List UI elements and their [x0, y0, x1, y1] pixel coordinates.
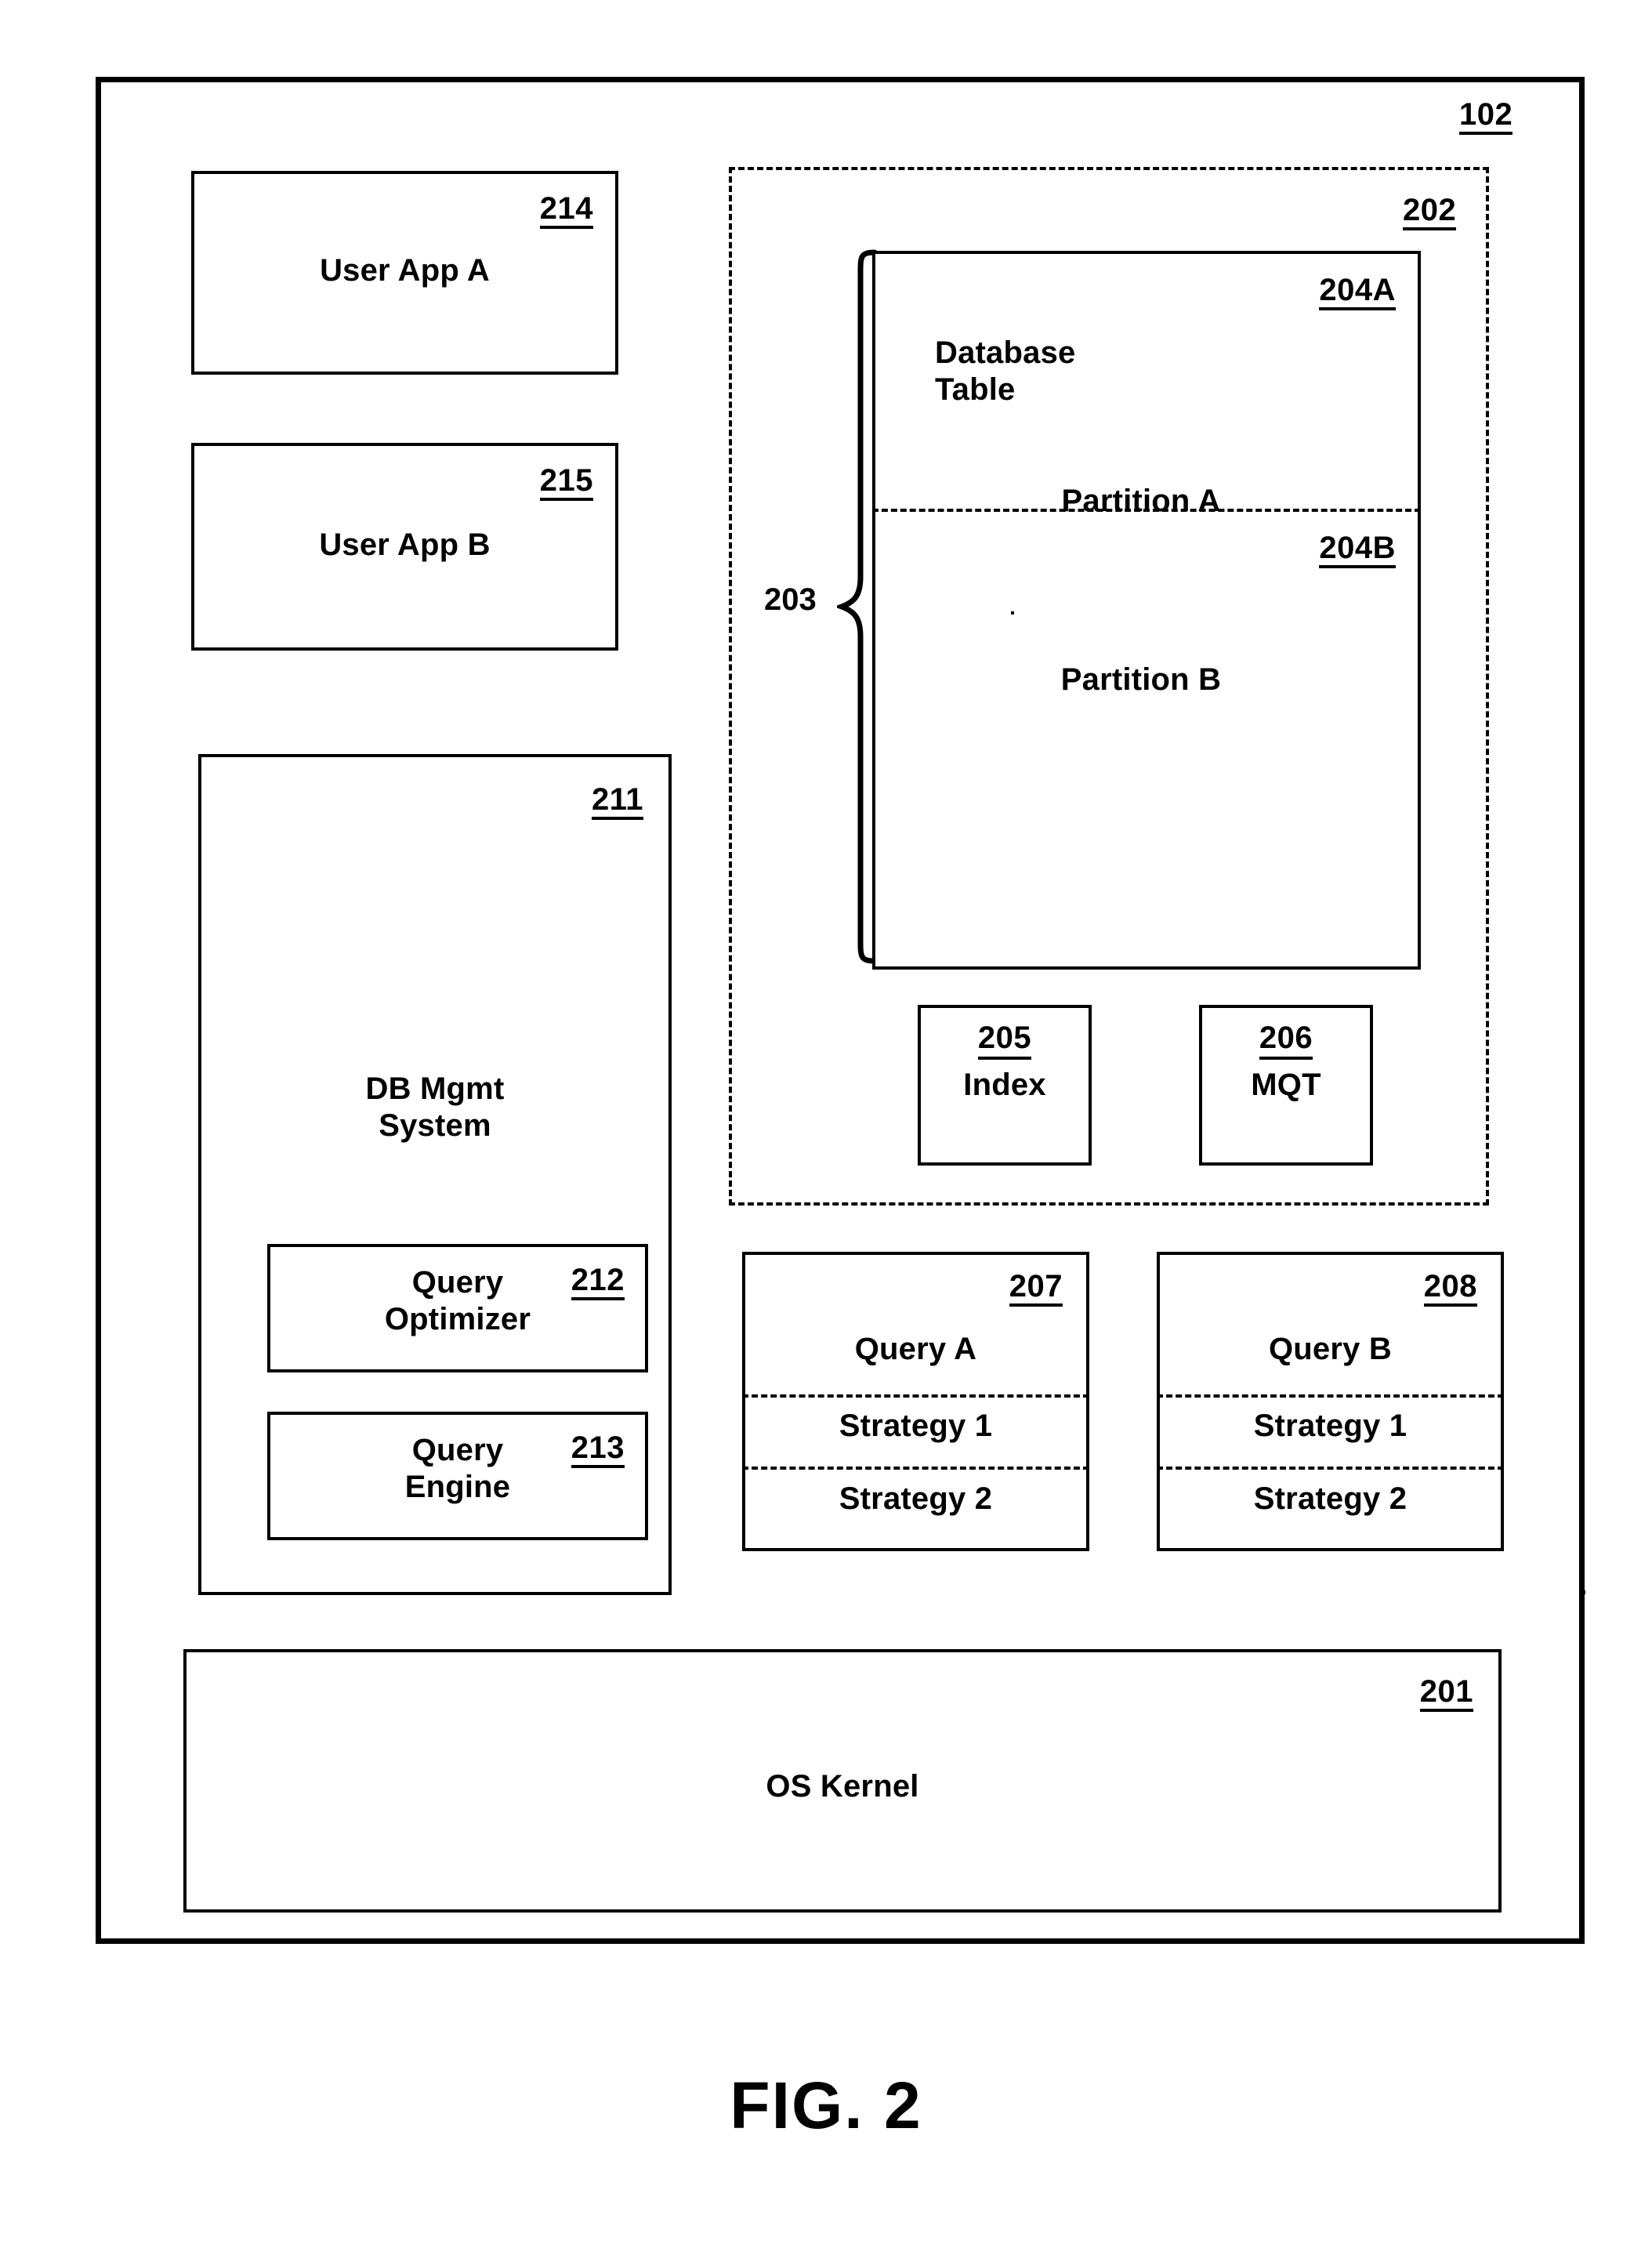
mqt-box-206: 206 MQT — [1199, 1005, 1373, 1166]
query-a-strategy-divider-1 — [742, 1394, 1089, 1398]
db-mgmt-system-box-211: 211 DB Mgmt System 212 Query Optimizer 2… — [198, 754, 672, 1595]
query-b-strategy-divider-1 — [1157, 1394, 1504, 1398]
query-b-strategy-2-label: Strategy 2 — [1253, 1481, 1407, 1516]
query-a-strategy-divider-2 — [742, 1467, 1089, 1470]
scan-artifact-speck — [1581, 1590, 1585, 1594]
index-label: Index — [963, 1068, 1046, 1102]
reference-numeral-203: 203 — [764, 582, 817, 617]
reference-numeral-205: 205 — [977, 1021, 1032, 1060]
user-app-b-label: User App B — [319, 528, 491, 562]
query-a-strategy-2-label: Strategy 2 — [839, 1481, 993, 1516]
reference-numeral-205-wrap: 205 — [921, 1021, 1089, 1060]
query-b-label: Query B — [1268, 1332, 1392, 1366]
reference-numeral-207: 207 — [1009, 1271, 1063, 1307]
query-b-strategy-1-label: Strategy 1 — [1253, 1409, 1407, 1443]
reference-numeral-206: 206 — [1259, 1021, 1313, 1060]
os-kernel-box-201: 201 OS Kernel — [183, 1649, 1502, 1913]
mqt-label: MQT — [1251, 1068, 1321, 1102]
query-engine-label: Query Engine — [404, 1433, 511, 1505]
reference-numeral-201: 201 — [1419, 1676, 1473, 1712]
reference-numeral-206-wrap: 206 — [1202, 1021, 1370, 1060]
index-box-205: 205 Index — [918, 1005, 1092, 1166]
query-a-label: Query A — [854, 1332, 977, 1366]
user-app-a-box-214: 214 User App A — [191, 171, 618, 375]
reference-numeral-202: 202 — [1403, 194, 1457, 230]
query-a-strategy-1-label: Strategy 1 — [839, 1409, 993, 1443]
scan-artifact-speck — [1011, 611, 1014, 615]
partition-b-label: Partition B — [1060, 662, 1222, 697]
partition-divider — [872, 509, 1421, 512]
reference-numeral-211: 211 — [591, 784, 643, 820]
query-b-box-208: 208 Query B Strategy 1 Strategy 2 — [1157, 1252, 1504, 1551]
reference-numeral-214: 214 — [539, 193, 593, 229]
reference-numeral-102: 102 — [1459, 99, 1513, 135]
reference-numeral-215: 215 — [539, 465, 593, 501]
query-b-strategy-divider-2 — [1157, 1467, 1504, 1470]
user-app-a-label: User App A — [320, 253, 490, 288]
os-kernel-label: OS Kernel — [766, 1769, 919, 1804]
query-optimizer-label: Query Optimizer — [384, 1265, 531, 1337]
reference-numeral-208: 208 — [1423, 1271, 1477, 1307]
figure-caption: FIG. 2 — [730, 2069, 922, 2142]
query-a-box-207: 207 Query A Strategy 1 Strategy 2 — [742, 1252, 1089, 1551]
partition-a-label: Partition A — [1061, 484, 1221, 518]
database-table-label: Database Table — [935, 335, 1076, 408]
db-mgmt-system-label: DB Mgmt System — [365, 1071, 505, 1144]
reference-numeral-204B: 204B — [1319, 532, 1396, 568]
reference-numeral-204A: 204A — [1319, 274, 1396, 310]
database-table-box: 204A Database Table Partition A 204B Par… — [872, 251, 1421, 970]
user-app-b-box-215: 215 User App B — [191, 443, 618, 651]
query-engine-box-213: 213 Query Engine — [267, 1412, 648, 1540]
query-optimizer-box-212: 212 Query Optimizer — [267, 1244, 648, 1372]
